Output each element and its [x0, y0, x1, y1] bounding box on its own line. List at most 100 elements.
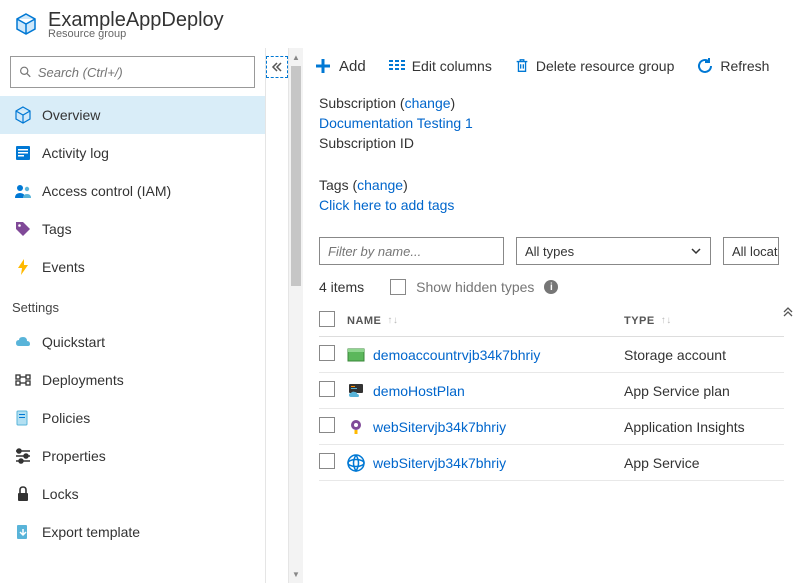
- nav-locks[interactable]: Locks: [0, 475, 265, 513]
- nav: Overview Activity log Access control (IA…: [0, 96, 265, 551]
- scroll-up-icon[interactable]: ▲: [289, 48, 303, 66]
- cube-icon: [14, 106, 32, 124]
- filters-row: All types All locations: [303, 223, 800, 275]
- collapse-sidebar-button[interactable]: [266, 56, 288, 78]
- table-row[interactable]: webSitervjb34k7bhriy App Service: [319, 445, 784, 481]
- plan-icon: [347, 382, 365, 400]
- col-name[interactable]: NAME↑↓: [347, 315, 624, 327]
- nav-label: Deployments: [42, 372, 124, 388]
- delete-button[interactable]: Delete resource group: [514, 58, 675, 74]
- appservice-icon: [347, 454, 365, 472]
- log-icon: [14, 144, 32, 162]
- resource-link[interactable]: webSitervjb34k7bhriy: [373, 455, 506, 471]
- nav-policies[interactable]: Policies: [0, 399, 265, 437]
- nav-section-settings: Settings: [0, 286, 265, 323]
- sidebar: Overview Activity log Access control (IA…: [0, 48, 265, 583]
- policy-icon: [14, 409, 32, 427]
- show-hidden-checkbox[interactable]: [390, 279, 406, 295]
- resource-link[interactable]: demoHostPlan: [373, 383, 465, 399]
- row-checkbox[interactable]: [319, 417, 335, 433]
- nav-tags[interactable]: Tags: [0, 210, 265, 248]
- trash-icon: [514, 58, 530, 74]
- col-type[interactable]: TYPE↑↓: [624, 315, 784, 327]
- scroll-down-icon[interactable]: ▼: [289, 565, 303, 583]
- tag-icon: [14, 220, 32, 238]
- sort-icon: ↑↓: [661, 318, 672, 323]
- sidebar-search[interactable]: [10, 56, 255, 88]
- resource-link[interactable]: webSitervjb34k7bhriy: [373, 419, 506, 435]
- iam-icon: [14, 182, 32, 200]
- resource-type: App Service: [624, 455, 784, 471]
- table-row[interactable]: demoaccountrvjb34k7bhriy Storage account: [319, 337, 784, 373]
- nav-overview[interactable]: Overview: [0, 96, 265, 134]
- nav-access-control[interactable]: Access control (IAM): [0, 172, 265, 210]
- table-header: NAME↑↓ TYPE↑↓: [319, 305, 784, 337]
- insights-icon: [347, 418, 365, 436]
- nav-label: Activity log: [42, 145, 109, 161]
- subscription-id-label: Subscription ID: [319, 135, 784, 151]
- refresh-icon: [696, 57, 714, 75]
- bolt-icon: [14, 258, 32, 276]
- search-input[interactable]: [38, 65, 246, 80]
- nav-export-template[interactable]: Export template: [0, 513, 265, 551]
- row-checkbox[interactable]: [319, 381, 335, 397]
- filter-types-dropdown[interactable]: All types: [516, 237, 711, 265]
- edit-columns-button[interactable]: Edit columns: [388, 57, 492, 75]
- list-summary: 4 items Show hidden types i: [303, 275, 800, 305]
- lock-icon: [14, 485, 32, 503]
- nav-quickstart[interactable]: Quickstart: [0, 323, 265, 361]
- info-icon[interactable]: i: [544, 280, 558, 294]
- nav-label: Events: [42, 259, 85, 275]
- chevron-down-icon: [690, 245, 702, 257]
- columns-icon: [388, 57, 406, 75]
- search-icon: [19, 65, 32, 79]
- filter-name-input[interactable]: [319, 237, 504, 265]
- main-content: Add Edit columns Delete resource group R…: [303, 48, 800, 583]
- subscription-name-link[interactable]: Documentation Testing 1: [319, 115, 473, 131]
- table-row[interactable]: demoHostPlan App Service plan: [319, 373, 784, 409]
- resource-type: App Service plan: [624, 383, 784, 399]
- resource-link[interactable]: demoaccountrvjb34k7bhriy: [373, 347, 540, 363]
- nav-deployments[interactable]: Deployments: [0, 361, 265, 399]
- chevron-up-double-icon: [782, 306, 794, 318]
- nav-activity-log[interactable]: Activity log: [0, 134, 265, 172]
- scrollbar-thumb[interactable]: [291, 66, 301, 286]
- nav-label: Quickstart: [42, 334, 105, 350]
- collapse-info-button[interactable]: [782, 306, 794, 321]
- nav-label: Overview: [42, 107, 100, 123]
- resource-group-icon: [14, 12, 38, 36]
- row-checkbox[interactable]: [319, 345, 335, 361]
- nav-label: Policies: [42, 410, 90, 426]
- plus-icon: [313, 56, 333, 76]
- tags-label: Tags: [319, 177, 349, 193]
- row-checkbox[interactable]: [319, 453, 335, 469]
- refresh-button[interactable]: Refresh: [696, 57, 769, 75]
- add-button[interactable]: Add: [313, 56, 366, 76]
- sort-icon: ↑↓: [387, 318, 398, 323]
- resource-type: Application Insights: [624, 419, 784, 435]
- table-row[interactable]: webSitervjb34k7bhriy Application Insight…: [319, 409, 784, 445]
- show-hidden-label: Show hidden types: [416, 279, 534, 295]
- item-count: 4 items: [319, 279, 364, 295]
- toolbar: Add Edit columns Delete resource group R…: [303, 48, 800, 85]
- chevron-left-double-icon: [271, 61, 283, 73]
- subscription-change-link[interactable]: change: [405, 95, 451, 111]
- add-tags-link[interactable]: Click here to add tags: [319, 197, 454, 213]
- storage-icon: [347, 346, 365, 364]
- nav-label: Tags: [42, 221, 72, 237]
- deploy-icon: [14, 371, 32, 389]
- resource-type: Storage account: [624, 347, 784, 363]
- info-panel: Subscription (change) Documentation Test…: [303, 85, 800, 223]
- filter-locations-dropdown[interactable]: All locations: [723, 237, 779, 265]
- nav-label: Access control (IAM): [42, 183, 171, 199]
- nav-properties[interactable]: Properties: [0, 437, 265, 475]
- nav-label: Export template: [42, 524, 140, 540]
- tags-change-link[interactable]: change: [357, 177, 403, 193]
- cloud-icon: [14, 333, 32, 351]
- props-icon: [14, 447, 32, 465]
- nav-events[interactable]: Events: [0, 248, 265, 286]
- select-all-checkbox[interactable]: [319, 311, 335, 327]
- sidebar-scrollbar[interactable]: ▲ ▼: [289, 48, 303, 583]
- resources-table: NAME↑↓ TYPE↑↓ demoaccountrvjb34k7bhriy S…: [303, 305, 800, 481]
- subscription-label: Subscription: [319, 95, 396, 111]
